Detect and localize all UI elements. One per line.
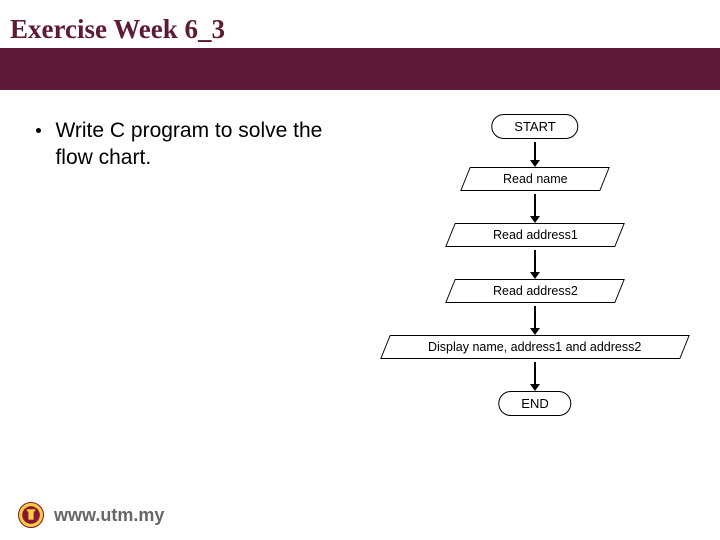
flow-io-label: Read name bbox=[503, 172, 568, 186]
flow-io-node-2: Read address1 bbox=[445, 223, 625, 247]
slide: Exercise Week 6_3 Write C program to sol… bbox=[0, 0, 720, 540]
flow-io-node-3: Read address2 bbox=[445, 279, 625, 303]
flow-io-label: Read address1 bbox=[493, 228, 578, 242]
bullet-text: Write C program to solve the flow chart. bbox=[55, 118, 335, 172]
bullet-item: Write C program to solve the flow chart. bbox=[36, 118, 356, 172]
arrow-line bbox=[534, 142, 536, 160]
flow-io-label: Read address2 bbox=[493, 284, 578, 298]
arrow-line bbox=[534, 306, 536, 328]
utm-logo-icon bbox=[18, 502, 44, 528]
flow-start-node: START bbox=[491, 114, 578, 139]
flowchart: START Read name Read address1 Read addre… bbox=[370, 114, 700, 484]
arrow-line bbox=[534, 362, 536, 384]
flow-end-node: END bbox=[498, 391, 571, 416]
arrow-down-icon bbox=[530, 328, 540, 335]
arrow-line bbox=[534, 250, 536, 272]
page-title: Exercise Week 6_3 bbox=[10, 14, 225, 45]
footer: www.utm.my bbox=[18, 502, 164, 528]
arrow-down-icon bbox=[530, 272, 540, 279]
flow-io-label: Display name, address1 and address2 bbox=[428, 340, 641, 354]
arrow-down-icon bbox=[530, 160, 540, 167]
arrow-line bbox=[534, 194, 536, 216]
arrow-down-icon bbox=[530, 216, 540, 223]
arrow-down-icon bbox=[530, 384, 540, 391]
flow-io-node-4: Display name, address1 and address2 bbox=[380, 335, 690, 359]
flow-io-node-1: Read name bbox=[460, 167, 610, 191]
bullet-dot-icon bbox=[36, 128, 41, 133]
footer-url: www.utm.my bbox=[54, 505, 164, 526]
